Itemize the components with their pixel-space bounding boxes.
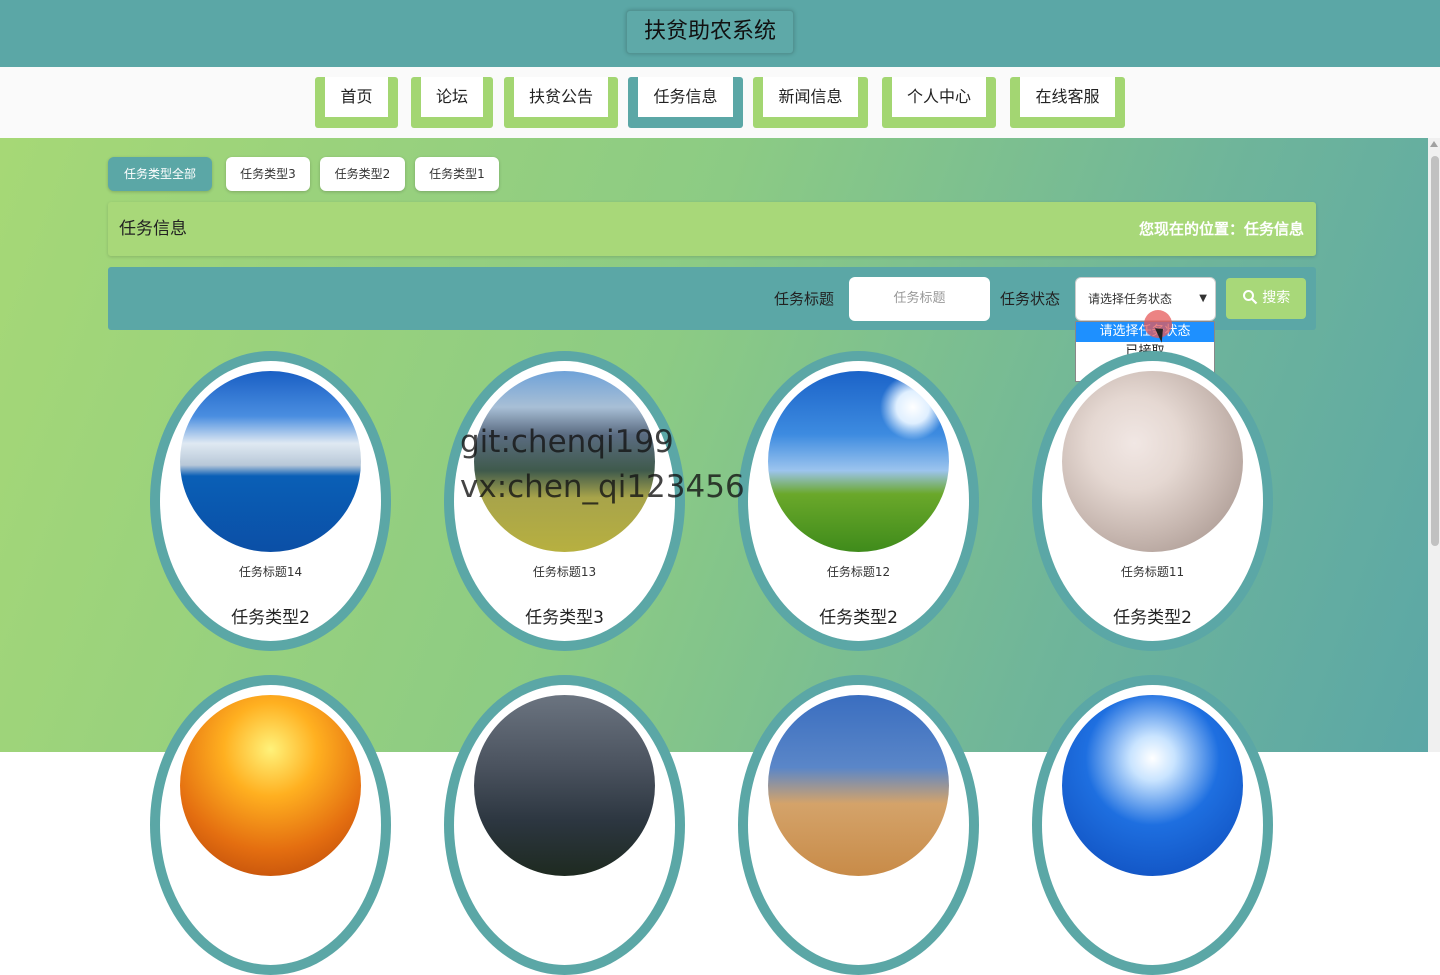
category-type2-button[interactable]: 任务类型2 [320,157,405,191]
task-card[interactable]: 任务标题14 任务类型2 [150,351,391,651]
card-image[interactable] [768,695,949,876]
nav-item-label: 扶贫公告 [514,77,608,117]
task-card[interactable]: 任务标题11 任务类型2 [1032,351,1273,651]
status-select-value: 请选择任务状态 [1088,292,1173,306]
task-card[interactable] [1032,675,1273,975]
nav-item-label: 首页 [325,77,388,117]
card-image[interactable] [768,371,949,552]
nav-item-label: 在线客服 [1020,77,1115,117]
task-card[interactable] [150,675,391,975]
card-title: 任务标题12 [826,565,891,579]
title-search-input[interactable]: 任务标题 [849,277,990,321]
nav-item-news[interactable]: 新闻信息 [753,77,868,128]
section-title-bar: 任务信息 您现在的位置：任务信息 [108,202,1316,256]
nav-item-label: 论坛 [421,77,483,117]
category-all-button[interactable]: 任务类型全部 [108,157,212,191]
watermark-line-2: vx:chen_qi123456 [460,469,745,505]
task-card[interactable]: 任务标题12 任务类型2 [738,351,979,651]
title-search-label: 任务标题 [774,290,835,308]
nav-item-label: 个人中心 [892,77,986,117]
card-type: 任务类型2 [1113,608,1192,628]
card-image[interactable] [180,695,361,876]
status-label: 任务状态 [1000,290,1061,308]
card-title: 任务标题11 [1120,565,1185,579]
nav-item-label: 新闻信息 [763,77,858,117]
status-select[interactable]: 请选择任务状态 ▼ [1075,277,1216,321]
nav-item-support[interactable]: 在线客服 [1010,77,1125,128]
nav-item-profile[interactable]: 个人中心 [882,77,996,128]
scroll-up-icon[interactable] [1430,141,1438,147]
card-type: 任务类型2 [231,608,310,628]
site-header: 扶贫助农系统 [0,0,1440,67]
search-button-label: 搜索 [1262,290,1291,306]
search-button[interactable]: 搜索 [1226,278,1306,319]
category-type1-button[interactable]: 任务类型1 [415,157,499,191]
category-type3-button[interactable]: 任务类型3 [226,157,310,191]
card-type: 任务类型2 [819,608,898,628]
card-image[interactable] [180,371,361,552]
chevron-down-icon: ▼ [1199,293,1207,304]
nav-item-announcements[interactable]: 扶贫公告 [504,77,618,128]
search-icon [1242,290,1258,305]
watermark-line-1: git:chenqi199 [460,424,674,460]
card-image[interactable] [1062,695,1243,876]
nav-item-tasks[interactable]: 任务信息 [628,77,743,128]
card-type: 任务类型3 [525,608,604,628]
card-image[interactable] [474,371,655,552]
nav-item-label: 任务信息 [638,77,733,117]
task-card[interactable] [738,675,979,975]
card-title: 任务标题14 [238,565,303,579]
card-image[interactable] [474,695,655,876]
page-title: 任务信息 [119,219,187,239]
card-title: 任务标题13 [532,565,597,579]
nav-item-forum[interactable]: 论坛 [411,77,493,128]
nav-item-home[interactable]: 首页 [315,77,398,128]
breadcrumb: 您现在的位置：任务信息 [1138,220,1304,238]
scrollbar-thumb[interactable] [1431,156,1439,546]
site-title: 扶贫助农系统 [626,10,794,54]
task-card[interactable] [444,675,685,975]
card-image[interactable] [1062,371,1243,552]
